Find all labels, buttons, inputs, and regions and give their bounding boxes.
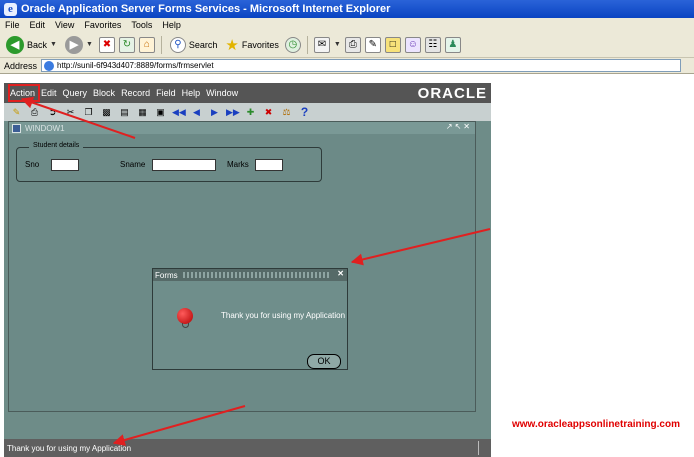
- stop-icon[interactable]: ✖: [98, 36, 115, 53]
- forms-menu-edit[interactable]: Edit: [41, 88, 57, 98]
- sno-label: Sno: [25, 160, 40, 169]
- help-icon[interactable]: ?: [298, 105, 311, 119]
- browser-menubar: File Edit View Favorites Tools Help: [0, 18, 694, 32]
- oracle-logo: ORACLE: [417, 85, 487, 102]
- training-website-label: www.oracleappsonlinetraining.com: [512, 419, 680, 430]
- back-arrow-icon: ◀: [6, 35, 24, 54]
- browser-toolbar: ◀ Back ▼ ▶ ▼ ✖ ↻ ⌂ ⚲ Search ★ Favorites …: [0, 32, 694, 58]
- page-icon: [44, 60, 55, 71]
- forms-toolbar: ✎ ⎙ ➲ ✂ ❐ ▩ ▤ ▦ ▣ ◀◀ ◀ ▶ ▶▶ ✚ ✖ ⚖ ?: [4, 103, 491, 121]
- window-controls[interactable]: ↗↖✕: [446, 122, 472, 131]
- research-icon[interactable]: ☷: [424, 36, 441, 53]
- dialog-close-icon[interactable]: ✕: [337, 269, 344, 278]
- address-url: http://sunil-6f943d407:8889/forms/frmser…: [57, 61, 214, 70]
- next-record-icon[interactable]: ▶: [208, 106, 221, 119]
- copy-icon[interactable]: ❐: [82, 106, 95, 119]
- back-dropdown-icon[interactable]: ▼: [50, 41, 57, 48]
- star-icon: ★: [225, 36, 239, 54]
- first-record-icon[interactable]: ◀◀: [172, 106, 186, 119]
- execute-query-icon[interactable]: ▦: [136, 106, 149, 119]
- menu-view[interactable]: View: [55, 20, 74, 30]
- forward-arrow-icon: ▶: [64, 35, 83, 54]
- frame-title: Student details: [29, 142, 84, 149]
- window1-title: WINDOW1: [25, 123, 65, 133]
- ie-logo-icon: e: [4, 2, 17, 16]
- marks-field[interactable]: [255, 159, 283, 171]
- print-icon[interactable]: ⎙: [344, 36, 361, 53]
- forms-menu-window[interactable]: Window: [206, 88, 238, 98]
- search-button[interactable]: ⚲ Search: [168, 35, 220, 55]
- last-record-icon[interactable]: ▶▶: [226, 106, 240, 119]
- forward-button[interactable]: ▶ ▼: [63, 35, 95, 55]
- address-input[interactable]: http://sunil-6f943d407:8889/forms/frmser…: [41, 59, 682, 72]
- window-icon: [12, 123, 21, 133]
- refresh-icon[interactable]: ↻: [118, 36, 135, 53]
- menu-tools[interactable]: Tools: [131, 20, 152, 30]
- people-icon[interactable]: ♟: [444, 36, 461, 53]
- save-icon[interactable]: ✎: [10, 106, 23, 119]
- exit-icon[interactable]: ➲: [46, 106, 59, 119]
- forms-menu-record[interactable]: Record: [121, 88, 150, 98]
- ok-button[interactable]: OK: [307, 354, 341, 369]
- discuss-icon[interactable]: □: [384, 36, 401, 53]
- enter-query-icon[interactable]: ▤: [118, 106, 131, 119]
- dialog-message: Thank you for using my Application: [221, 311, 346, 320]
- action-menu-highlight-box: [8, 84, 40, 102]
- lock-record-icon[interactable]: ⚖: [280, 106, 293, 119]
- address-label: Address: [4, 60, 38, 71]
- print-icon[interactable]: ⎙: [28, 106, 41, 119]
- edit-page-icon[interactable]: ✎: [364, 36, 381, 53]
- student-details-frame: Student details Sno Sname Marks: [16, 142, 322, 182]
- forms-menu-help[interactable]: Help: [182, 88, 201, 98]
- mail-icon[interactable]: ✉: [313, 36, 330, 53]
- title-stripes: [183, 272, 331, 278]
- dialog-title-bar: Forms ✕: [153, 269, 347, 281]
- alert-bell-base: [182, 323, 189, 328]
- menu-help[interactable]: Help: [162, 20, 181, 30]
- forms-menu-query[interactable]: Query: [63, 88, 88, 98]
- marks-label: Marks: [227, 160, 249, 169]
- forms-alert-dialog: Forms ✕ Thank you for using my Applicati…: [152, 268, 348, 370]
- status-message: Thank you for using my Application: [7, 443, 132, 453]
- menu-favorites[interactable]: Favorites: [84, 20, 121, 30]
- home-icon[interactable]: ⌂: [138, 36, 155, 53]
- history-icon[interactable]: ◷: [284, 36, 301, 53]
- oracle-forms-applet: Action Edit Query Block Record Field Hel…: [4, 83, 491, 457]
- cut-icon[interactable]: ✂: [64, 106, 77, 119]
- sname-field[interactable]: [152, 159, 216, 171]
- menu-edit[interactable]: Edit: [30, 20, 46, 30]
- window1-title-bar: WINDOW1 ↗↖✕: [9, 122, 475, 134]
- sname-label: Sname: [120, 160, 146, 169]
- forms-menubar: Action Edit Query Block Record Field Hel…: [4, 83, 491, 103]
- mail-dropdown-icon[interactable]: ▼: [334, 41, 341, 48]
- search-icon: ⚲: [169, 36, 186, 53]
- forms-status-bar: Thank you for using my Application: [4, 439, 491, 457]
- insert-record-icon[interactable]: ✚: [244, 106, 257, 119]
- window1: WINDOW1 ↗↖✕ Student details Sno Sname Ma…: [8, 121, 476, 457]
- browser-title-bar: e Oracle Application Server Forms Servic…: [0, 0, 694, 18]
- forward-dropdown-icon[interactable]: ▼: [86, 41, 93, 48]
- status-divider: [478, 441, 479, 455]
- dialog-title: Forms: [155, 270, 178, 280]
- delete-record-icon[interactable]: ✖: [262, 106, 275, 119]
- favorites-button[interactable]: ★ Favorites: [223, 35, 280, 55]
- toolbar-separator: [306, 35, 308, 54]
- forms-menu-field[interactable]: Field: [156, 88, 176, 98]
- back-button[interactable]: ◀ Back ▼: [4, 35, 59, 55]
- address-bar: Address http://sunil-6f943d407:8889/form…: [0, 58, 694, 74]
- cancel-query-icon[interactable]: ▣: [154, 106, 167, 119]
- alert-bell-icon: [177, 308, 193, 324]
- browser-title: Oracle Application Server Forms Services…: [21, 3, 391, 15]
- messenger-icon[interactable]: ☺: [404, 36, 421, 53]
- menu-file[interactable]: File: [5, 20, 20, 30]
- sno-field[interactable]: [51, 159, 79, 171]
- previous-record-icon[interactable]: ◀: [190, 106, 203, 119]
- toolbar-separator: [160, 35, 162, 54]
- paste-icon[interactable]: ▩: [100, 106, 113, 119]
- forms-menu-block[interactable]: Block: [93, 88, 115, 98]
